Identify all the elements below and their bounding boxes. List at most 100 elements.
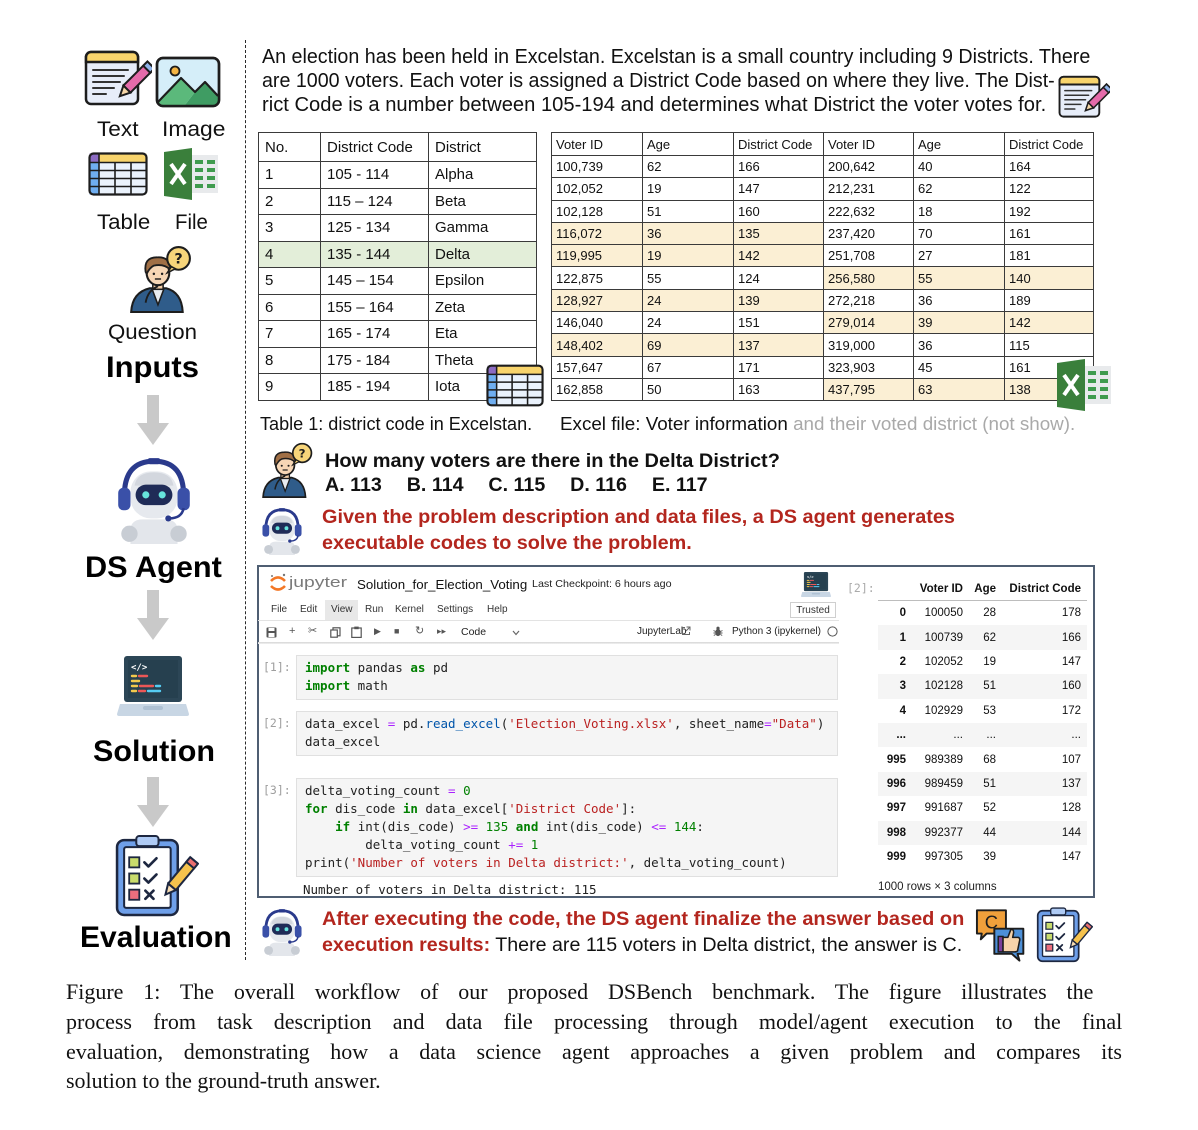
- code-token-kw: import: [305, 660, 351, 675]
- result-answer-text: There are 115 voters in Delta district, …: [490, 935, 963, 956]
- code-token-op: <=: [651, 819, 667, 834]
- district-code-cell: 145 – 154: [320, 267, 429, 295]
- age-cell: 24: [642, 311, 734, 335]
- district-code-cell: ...: [996, 722, 1087, 748]
- answer-option-d: D. 116: [570, 475, 628, 496]
- table-row: ............: [878, 722, 1087, 748]
- menu-edit[interactable]: Edit: [300, 605, 317, 615]
- age-cell: 36: [642, 221, 734, 246]
- code-token-plain: :: [696, 819, 704, 834]
- table-row: 2 102052 19 147: [878, 650, 1087, 674]
- voter-id-cell: 100050: [924, 607, 963, 620]
- chevron-down-icon[interactable]: [512, 630, 520, 636]
- code-token-op: +=: [508, 837, 524, 852]
- table-row: 996 989459 51 137: [878, 771, 1087, 797]
- table-header-row: No. District Code District: [258, 132, 537, 162]
- voter-id-cell: 437,795: [823, 377, 914, 402]
- district-code-cell: 137: [733, 333, 824, 357]
- district-name-cell: Eta: [428, 320, 537, 348]
- code-token-plain: int(dis_code): [538, 819, 652, 834]
- menu-settings[interactable]: Settings: [437, 605, 473, 615]
- district-code-cell: 124: [733, 266, 824, 290]
- cell-type-select[interactable]: Code: [461, 627, 486, 638]
- row-index-cell: 2: [899, 655, 906, 668]
- table-row: 119,995 19 142 251,708 27 181: [551, 244, 1094, 268]
- table-row: 148,402 69 137 319,000 36 115: [551, 333, 1094, 357]
- menu-file[interactable]: File: [271, 605, 287, 615]
- voter-id-cell: 102128: [906, 674, 963, 699]
- code-cell[interactable]: [3]: delta_voting_count = 0 for dis_code i…: [263, 778, 838, 877]
- notebook-name[interactable]: Solution_for_Election_Voting: [357, 578, 527, 591]
- output-prompt: [2]:: [847, 581, 875, 595]
- column-header: District Code: [733, 132, 824, 156]
- stop-kernel-button[interactable]: ■: [394, 627, 399, 636]
- jupyter-logo-icon: [269, 573, 287, 593]
- district-code-cell: 137: [996, 771, 1087, 797]
- district-code-cell: 160: [996, 674, 1087, 699]
- robot-icon: [258, 506, 306, 556]
- debugger-bug-icon[interactable]: [713, 626, 723, 637]
- description-line: An election has been held in Excelstan. …: [262, 46, 1091, 68]
- row-index-cell: ...: [878, 722, 906, 748]
- code-editor[interactable]: data_excel = pd.read_excel('Election_Vot…: [296, 711, 838, 756]
- age-cell: 53: [983, 704, 996, 717]
- district-number-cell: 3: [258, 214, 321, 242]
- kernel-name[interactable]: Python 3 (ipykernel): [732, 627, 821, 637]
- voter-id-cell: 119,995: [551, 244, 643, 268]
- cut-icon[interactable]: ✂: [308, 626, 317, 637]
- figure-caption-line: solution to the ground-truth answer.: [66, 1068, 381, 1093]
- jupyterlab-link[interactable]: JupyterLab: [637, 627, 686, 637]
- menu-help[interactable]: Help: [487, 605, 508, 615]
- voter-information-table: Voter ID Age District Code Voter ID Age Distr…: [551, 132, 1094, 402]
- voter-id-cell: 146,040: [551, 311, 643, 335]
- text-icon: [84, 50, 152, 108]
- external-link-icon[interactable]: [681, 626, 691, 636]
- menu-view[interactable]: View: [331, 605, 353, 615]
- copy-icon[interactable]: [330, 627, 341, 638]
- menu-run[interactable]: Run: [365, 605, 383, 615]
- menu-kernel[interactable]: Kernel: [395, 605, 424, 615]
- code-line: delta_voting_count += 1: [305, 836, 829, 854]
- code-token-kw: and: [515, 819, 539, 834]
- table-row: 116,072 36 135 237,420 70 161: [551, 221, 1094, 246]
- add-cell-button[interactable]: +: [289, 626, 295, 637]
- age-cell: 70: [913, 221, 1005, 246]
- code-cell[interactable]: [1]: import pandas as pd import math: [263, 655, 838, 700]
- code-token-plain: delta_voting_count: [305, 837, 509, 852]
- code-token-num: 1: [530, 837, 539, 852]
- voter-id-cell: 212,231: [823, 177, 914, 201]
- district-code-cell: 107: [1061, 753, 1081, 766]
- voter-id-cell: 162,858: [551, 377, 643, 402]
- district-code-cell: 140: [1004, 266, 1094, 290]
- district-name-cell: Zeta: [428, 293, 537, 321]
- restart-kernel-button[interactable]: ↻: [415, 626, 424, 637]
- voter-id-cell: 102,052: [551, 177, 643, 201]
- table-row: 146,040 24 151 279,014 39 142: [551, 311, 1094, 335]
- run-all-button[interactable]: ▸▸: [437, 627, 446, 636]
- district-code-table: No. District Code District 1 105 - 114 Alpha 2…: [258, 132, 537, 401]
- arrow-down-icon: [137, 777, 169, 827]
- dataframe-shape: 1000 rows × 3 columns: [878, 881, 997, 893]
- voter-id-cell: 279,014: [823, 311, 914, 335]
- question-text: How many voters are there in the Delta D…: [325, 451, 780, 472]
- code-line: for dis_code in data_excel['District Cod…: [305, 800, 829, 818]
- voter-id-cell: 102052: [924, 655, 963, 668]
- code-token-plain: pandas: [350, 660, 411, 675]
- trusted-button[interactable]: Trusted: [790, 602, 836, 618]
- save-icon[interactable]: [266, 627, 277, 638]
- code-editor[interactable]: import pandas as pd import math: [296, 655, 838, 700]
- column-header: Voter ID: [551, 132, 643, 156]
- district-code-cell: 164: [1004, 154, 1094, 179]
- district-code-cell: 163: [733, 377, 824, 402]
- code-cell[interactable]: [2]: data_excel = pd.read_excel('Election…: [263, 711, 838, 756]
- table-row-highlighted: 4 135 - 144 Delta: [258, 240, 537, 268]
- paste-icon[interactable]: [351, 626, 362, 638]
- table-row: 3 102128 51 160: [878, 674, 1087, 699]
- column-divider: [245, 40, 246, 960]
- code-token-plain: ): [816, 716, 825, 731]
- run-cell-button[interactable]: ▶: [374, 627, 381, 636]
- age-cell: 36: [913, 288, 1005, 313]
- code-editor[interactable]: delta_voting_count = 0 for dis_code in da…: [296, 778, 838, 877]
- toolbar-separator: [258, 642, 839, 644]
